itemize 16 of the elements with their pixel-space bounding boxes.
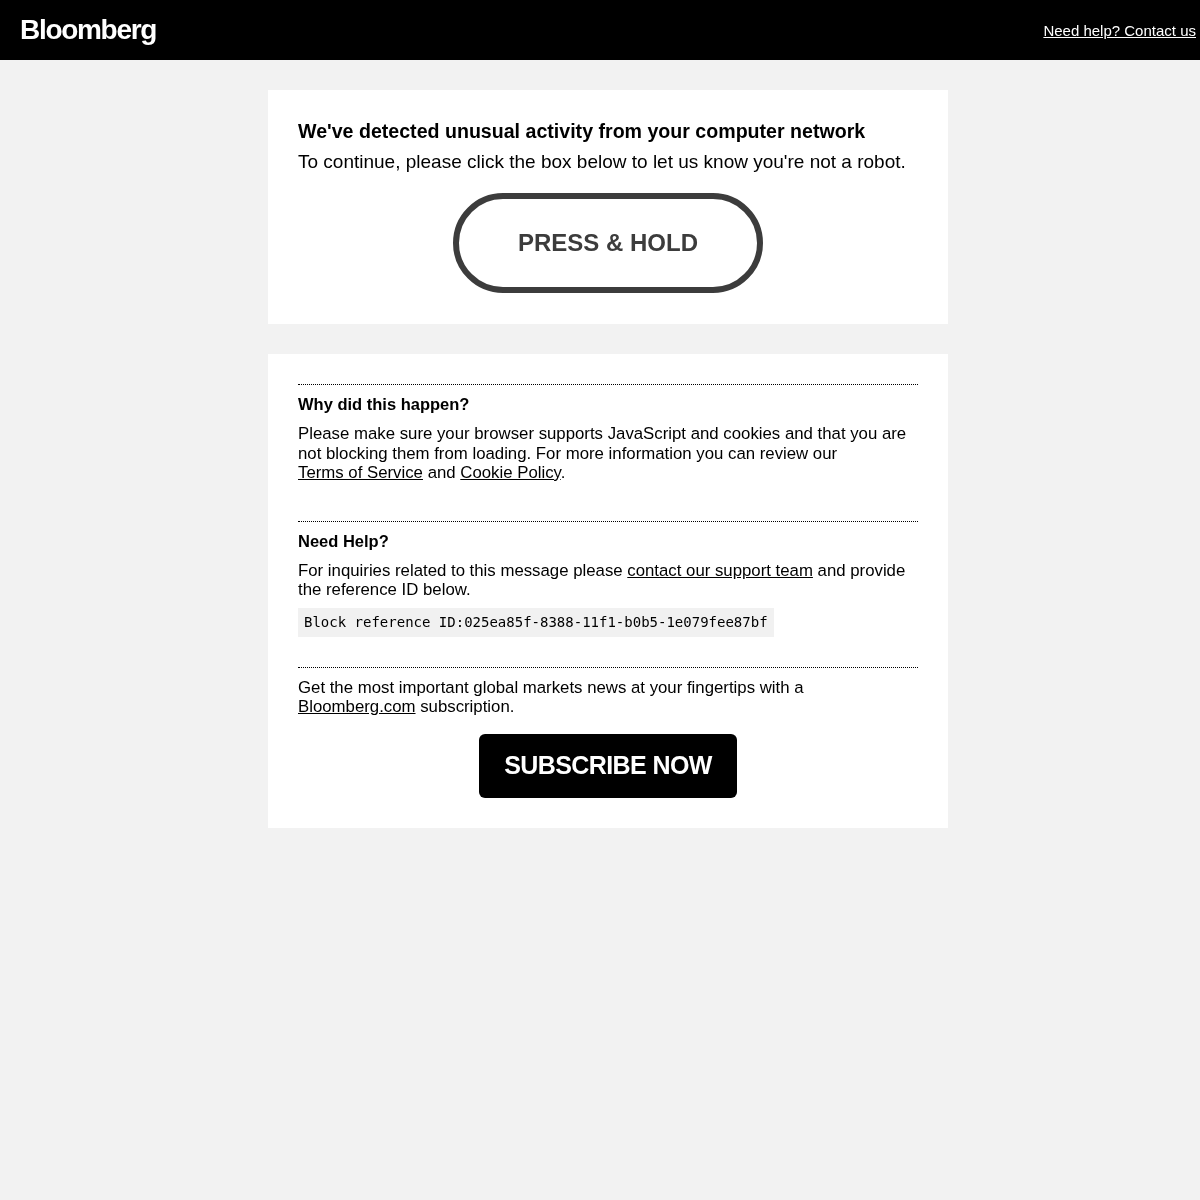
text-link[interactable]: Cookie Policy [460, 463, 561, 482]
press-and-hold-button[interactable]: PRESS & HOLD [453, 193, 763, 293]
reference-id: Block reference ID:025ea85f-8388-11f1-b0b5-1e079fee87bf [298, 607, 774, 637]
page-heading: We've detected unusual activity from your computer network [298, 120, 867, 142]
body-text: For inquiries related to this message please contact our support team and provide the reference ID below. [298, 560, 907, 600]
logo: Bloomberg [20, 16, 157, 44]
help-link[interactable]: Need help? Contact us [1043, 21, 1196, 39]
body-text: Please make sure your browser supports JavaScript and cookies and that you are not blocking them from loading. For more information you can review our Terms of Service and Cookie Policy. [298, 424, 908, 483]
instruction-text: To continue, please click the box below to let us know you're not a robot. [298, 151, 907, 173]
body-text: Get the most important global markets news at your fingertips with a Bloomberg.com subscription. [298, 677, 805, 717]
section-heading: Why did this happen? [298, 395, 470, 414]
text-link[interactable]: Bloomberg.com [298, 697, 416, 716]
text-link[interactable]: Terms of Service [298, 463, 423, 482]
section-heading: Need Help? [298, 531, 389, 551]
subscribe-button[interactable]: SUBSCRIBE NOW [479, 733, 737, 798]
text-link[interactable]: contact our support team [627, 560, 813, 580]
